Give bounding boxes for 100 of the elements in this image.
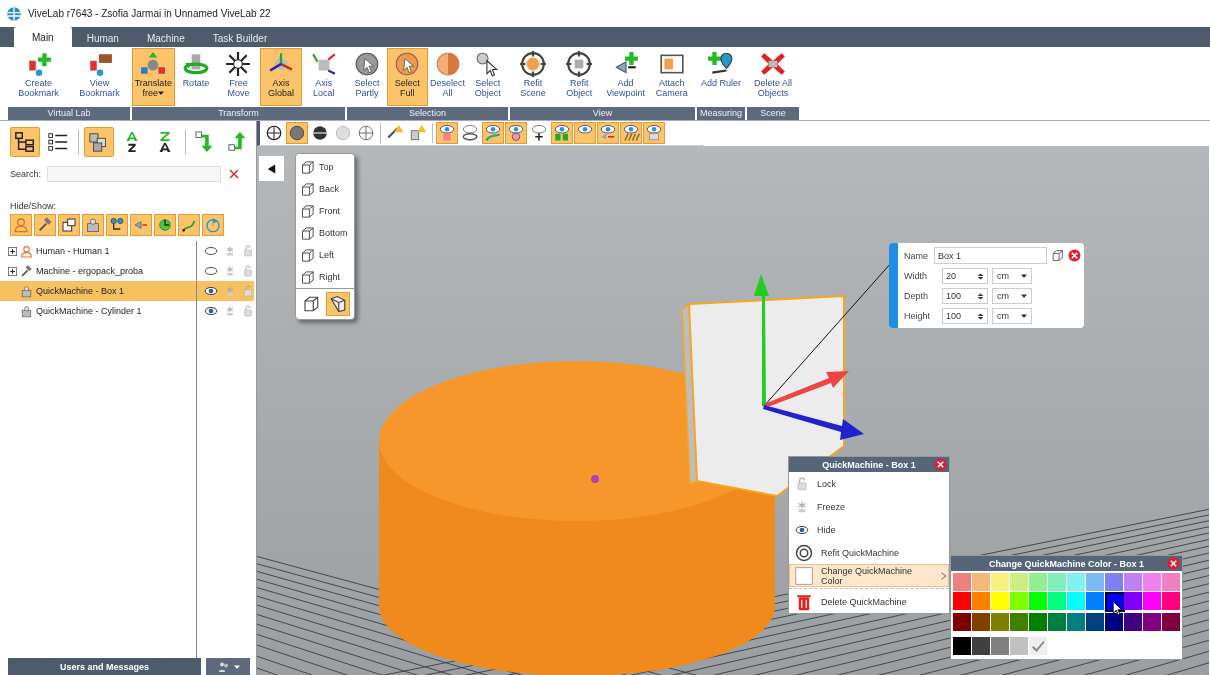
- filter-toggle[interactable]: [202, 214, 224, 236]
- ribbon-button[interactable]: Add Viewpoint: [602, 48, 649, 106]
- filter-toggle[interactable]: [58, 214, 80, 236]
- color-swatch[interactable]: [1010, 573, 1028, 591]
- ribbon-button[interactable]: Create Bookmark: [8, 48, 69, 106]
- ribbon-button[interactable]: Select Object: [467, 48, 508, 106]
- unit-dropdown[interactable]: cm: [992, 268, 1032, 284]
- color-swatch[interactable]: [1010, 613, 1028, 631]
- color-swatch[interactable]: [1162, 592, 1180, 610]
- color-swatch[interactable]: [1048, 592, 1066, 610]
- number-spinner[interactable]: 20: [942, 268, 988, 284]
- view-menu-item[interactable]: Back: [296, 178, 354, 200]
- color-swatch[interactable]: [1162, 573, 1180, 591]
- ribbon-button[interactable]: Select Partly: [347, 48, 388, 106]
- unit-dropdown[interactable]: cm: [992, 308, 1032, 324]
- color-swatch[interactable]: [1067, 573, 1085, 591]
- ribbon-button[interactable]: Axis Global: [259, 48, 303, 106]
- color-swatch[interactable]: [1029, 573, 1047, 591]
- search-field[interactable]: [47, 166, 222, 182]
- color-swatch[interactable]: [1067, 592, 1085, 610]
- color-swatch[interactable]: [1086, 573, 1104, 591]
- view-menu-item[interactable]: Left: [296, 244, 354, 266]
- color-swatch[interactable]: [991, 592, 1009, 610]
- color-swatch[interactable]: [1048, 573, 1066, 591]
- color-swatch[interactable]: [1143, 592, 1161, 610]
- ribbon-group-label: Measuring: [697, 107, 745, 120]
- color-swatch[interactable]: [991, 613, 1009, 631]
- tree-item[interactable]: QuickMachine - Cylinder 1: [0, 301, 196, 321]
- color-swatch[interactable]: [953, 573, 971, 591]
- color-swatch[interactable]: [991, 573, 1009, 591]
- color-swatch[interactable]: [972, 613, 990, 631]
- view-menu-item[interactable]: Front: [296, 200, 354, 222]
- context-menu-item[interactable]: Hide: [789, 518, 949, 541]
- number-spinner[interactable]: 100: [942, 288, 988, 304]
- ribbon-button[interactable]: Free Move: [217, 48, 260, 106]
- color-swatch[interactable]: [972, 592, 990, 610]
- ribbon-button[interactable]: Refit Scene: [510, 48, 557, 106]
- filter-toggle[interactable]: [154, 214, 176, 236]
- filter-toggle[interactable]: [106, 214, 128, 236]
- context-menu-item[interactable]: Lock: [789, 472, 949, 495]
- color-swatch[interactable]: [991, 637, 1009, 655]
- filter-toggle[interactable]: [130, 214, 152, 236]
- color-swatch[interactable]: [1124, 573, 1142, 591]
- ribbon-button[interactable]: Add Ruler: [697, 48, 745, 106]
- filter-toggle[interactable]: [34, 214, 56, 236]
- color-swatch[interactable]: [1162, 613, 1180, 631]
- ribbon-button[interactable]: View Bookmark: [69, 48, 130, 106]
- color-swatch[interactable]: [1105, 573, 1123, 591]
- unit-dropdown[interactable]: cm: [992, 288, 1032, 304]
- context-menu-item[interactable]: Refit QuickMachine: [789, 541, 949, 564]
- color-swatch[interactable]: [1086, 592, 1104, 610]
- color-swatch[interactable]: [953, 637, 971, 655]
- ribbon-tab[interactable]: Human: [73, 29, 132, 47]
- ribbon-button[interactable]: Rotate: [174, 48, 218, 106]
- filter-toggle[interactable]: [178, 214, 200, 236]
- filter-toggle[interactable]: [82, 214, 104, 236]
- context-menu-item[interactable]: Delete QuickMachine: [789, 590, 949, 613]
- color-swatch[interactable]: [1067, 613, 1085, 631]
- color-swatch[interactable]: [1010, 592, 1028, 610]
- context-menu-item[interactable]: Change QuickMachine Color: [789, 564, 949, 587]
- color-swatch[interactable]: [1086, 613, 1104, 631]
- ribbon-button[interactable]: Axis Local: [302, 48, 345, 106]
- tree-item[interactable]: Human - Human 1: [0, 241, 196, 261]
- ribbon-button[interactable]: Deselect All: [427, 48, 468, 106]
- tree-item[interactable]: Machine - ergopack_proba: [0, 261, 196, 281]
- ribbon-tab[interactable]: Machine: [133, 29, 198, 47]
- messages-menu-button[interactable]: [206, 658, 250, 675]
- color-swatch[interactable]: [1010, 637, 1028, 655]
- ribbon-tab[interactable]: Main: [14, 27, 72, 47]
- color-swatch[interactable]: [1105, 613, 1123, 631]
- number-spinner[interactable]: 100: [942, 308, 988, 324]
- color-swatch[interactable]: [1048, 613, 1066, 631]
- color-swatch[interactable]: [1124, 592, 1142, 610]
- toolbar-button[interactable]: [10, 127, 40, 157]
- name-field[interactable]: Box 1: [934, 247, 1047, 264]
- collapse-panel-button[interactable]: [259, 156, 284, 181]
- ribbon-button[interactable]: Delete All Objects: [747, 48, 799, 106]
- ribbon-button[interactable]: Select Full: [387, 48, 428, 106]
- color-swatch[interactable]: [1124, 613, 1142, 631]
- color-swatch[interactable]: [972, 573, 990, 591]
- context-menu-item[interactable]: Freeze: [789, 495, 949, 518]
- color-swatch[interactable]: [972, 637, 990, 655]
- clear-search-button[interactable]: [227, 167, 242, 181]
- view-menu-item[interactable]: Top: [296, 156, 354, 178]
- ribbon-button[interactable]: Translate free: [132, 48, 175, 106]
- view-menu-item[interactable]: Bottom: [296, 222, 354, 244]
- ribbon-button[interactable]: Attach Camera: [648, 48, 695, 106]
- tree-item[interactable]: QuickMachine - Box 1: [0, 281, 196, 301]
- projection-button[interactable]: [326, 292, 350, 316]
- color-swatch[interactable]: [953, 592, 971, 610]
- color-swatch[interactable]: [953, 613, 971, 631]
- filter-toggle[interactable]: [10, 214, 32, 236]
- ribbon-button[interactable]: Refit Object: [556, 48, 603, 106]
- color-swatch[interactable]: [1143, 613, 1161, 631]
- view-menu-item[interactable]: Right: [296, 266, 354, 288]
- color-swatch[interactable]: [1029, 613, 1047, 631]
- color-swatch[interactable]: [1029, 592, 1047, 610]
- color-swatch[interactable]: [1143, 573, 1161, 591]
- users-messages-bar[interactable]: Users and Messages: [8, 658, 201, 675]
- ribbon-tab[interactable]: Task Builder: [199, 29, 281, 47]
